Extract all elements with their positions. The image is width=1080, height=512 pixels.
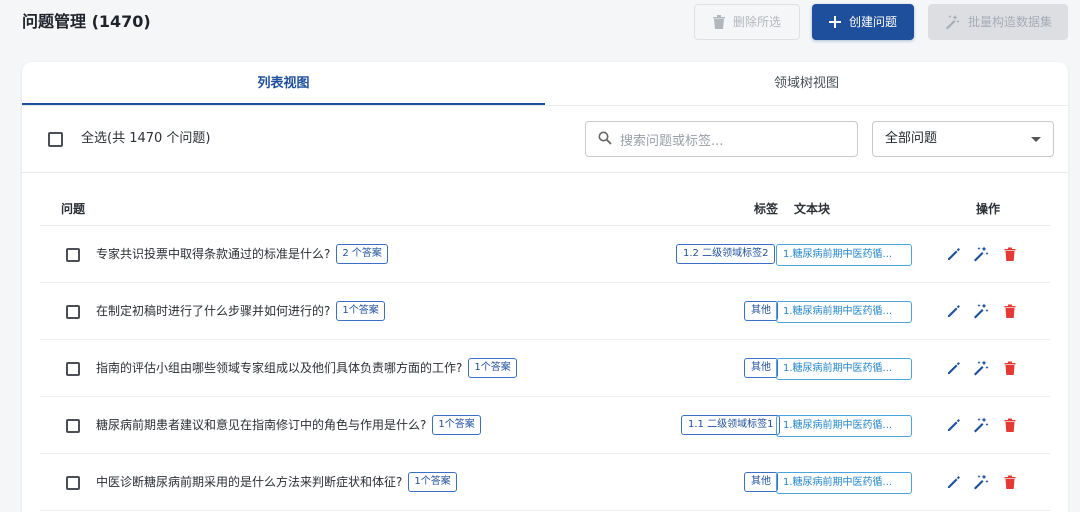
tag-chip: 1.1 二级领域标签1 (681, 415, 781, 435)
list-toolbar: 全选(共 1470 个问题) 搜索问题或标签... 全部问题 (22, 107, 1068, 173)
question-cell[interactable]: 中医诊断糖尿病前期采用的是什么方法来判断症状和体征? 1个答案 (96, 472, 457, 492)
questions-table: 问题 标签 文本块 操作 专家共识投票中取得条款通过的标准是什么? 2 个答案 … (40, 188, 1050, 511)
tab-list-view[interactable]: 列表视图 (22, 62, 545, 106)
pencil-icon[interactable] (945, 245, 963, 263)
column-header-tags: 标签 (754, 202, 779, 216)
search-placeholder: 搜索问题或标签... (620, 133, 724, 149)
answer-count-badge: 1个答案 (408, 472, 457, 492)
select-all-label: 全选(共 1470 个问题) (81, 131, 211, 146)
create-question-button[interactable]: 创建问题 (812, 4, 914, 40)
row-checkbox[interactable] (66, 419, 80, 433)
plus-icon (828, 16, 841, 28)
question-cell[interactable]: 糖尿病前期患者建议和意见在指南修订中的角色与作用是什么? 1个答案 (96, 415, 481, 435)
magic-wand-icon[interactable] (972, 302, 990, 320)
pencil-icon[interactable] (945, 359, 963, 377)
magic-wand-icon[interactable] (972, 416, 990, 434)
row-checkbox[interactable] (66, 248, 80, 262)
trash-icon[interactable] (1001, 302, 1019, 320)
question-text: 在制定初稿时进行了什么步骤并如何进行的? (96, 304, 331, 318)
page-title: 问题管理 (1470) (22, 12, 151, 31)
question-cell[interactable]: 在制定初稿时进行了什么步骤并如何进行的? 1个答案 (96, 301, 385, 321)
active-tab-indicator (22, 103, 545, 105)
caret-down-icon (1031, 137, 1041, 142)
tag-chip: 其他 (744, 358, 778, 378)
trash-icon[interactable] (1001, 416, 1019, 434)
magic-wand-icon[interactable] (972, 473, 990, 491)
question-text: 指南的评估小组由哪些领域专家组成以及他们具体负责哪方面的工作? (96, 361, 463, 375)
batch-build-dataset-button[interactable]: 批量构造数据集 (928, 4, 1068, 40)
magic-wand-icon[interactable] (972, 245, 990, 263)
column-header-actions: 操作 (976, 202, 1001, 216)
filter-selected-value: 全部问题 (885, 131, 938, 146)
create-question-label: 创建问题 (848, 15, 897, 29)
table-row: 糖尿病前期患者建议和意见在指南修订中的角色与作用是什么? 1个答案 1.1 二级… (40, 397, 1050, 454)
trash-icon[interactable] (1001, 473, 1019, 491)
table-row: 指南的评估小组由哪些领域专家组成以及他们具体负责哪方面的工作? 1个答案 其他 … (40, 340, 1050, 397)
column-header-question: 问题 (61, 202, 86, 216)
search-input[interactable]: 搜索问题或标签... (585, 121, 858, 157)
tab-domain-tree-view[interactable]: 领域树视图 (545, 62, 1068, 106)
search-icon (598, 130, 612, 149)
answer-count-badge: 1个答案 (468, 358, 517, 378)
pencil-icon[interactable] (945, 416, 963, 434)
chunk-chip[interactable]: 1.糖尿病前期中医药循... (776, 472, 912, 494)
answer-count-badge: 1个答案 (432, 415, 481, 435)
delete-selected-label: 删除所选 (732, 15, 781, 29)
table-header: 问题 标签 文本块 操作 (40, 188, 1050, 226)
tag-chip: 1.2 二级领域标签2 (676, 244, 776, 264)
table-row: 专家共识投票中取得条款通过的标准是什么? 2 个答案 1.2 二级领域标签2 1… (40, 226, 1050, 283)
answer-count-badge: 2 个答案 (336, 244, 388, 264)
question-text: 中医诊断糖尿病前期采用的是什么方法来判断症状和体征? (96, 475, 403, 489)
question-text: 糖尿病前期患者建议和意见在指南修订中的角色与作用是什么? (96, 418, 427, 432)
magic-wand-icon (944, 14, 960, 30)
delete-selected-button[interactable]: 删除所选 (694, 4, 800, 40)
pencil-icon[interactable] (945, 473, 963, 491)
question-cell[interactable]: 专家共识投票中取得条款通过的标准是什么? 2 个答案 (96, 244, 388, 264)
tag-chip: 其他 (744, 472, 778, 492)
chunk-chip[interactable]: 1.糖尿病前期中医药循... (776, 301, 912, 323)
view-tabs: 列表视图 领域树视图 (22, 62, 1068, 106)
page-header: 问题管理 (1470) 删除所选 创建问题 批量构造数据集 (0, 0, 1080, 48)
questions-card: 列表视图 领域树视图 全选(共 1470 个问题) 搜索问题或标签... 全部问… (22, 62, 1068, 512)
chunk-chip[interactable]: 1.糖尿病前期中医药循... (776, 244, 912, 266)
pencil-icon[interactable] (945, 302, 963, 320)
question-text: 专家共识投票中取得条款通过的标准是什么? (96, 247, 331, 261)
row-checkbox[interactable] (66, 476, 80, 490)
select-all-checkbox[interactable] (48, 132, 63, 147)
tag-chip: 其他 (744, 301, 778, 321)
answer-count-badge: 1个答案 (336, 301, 385, 321)
question-cell[interactable]: 指南的评估小组由哪些领域专家组成以及他们具体负责哪方面的工作? 1个答案 (96, 358, 517, 378)
magic-wand-icon[interactable] (972, 359, 990, 377)
trash-icon (712, 15, 725, 29)
chunk-chip[interactable]: 1.糖尿病前期中医药循... (776, 415, 912, 437)
chunk-chip[interactable]: 1.糖尿病前期中医药循... (776, 358, 912, 380)
table-row: 中医诊断糖尿病前期采用的是什么方法来判断症状和体征? 1个答案 其他 1.糖尿病… (40, 454, 1050, 511)
trash-icon[interactable] (1001, 245, 1019, 263)
row-checkbox[interactable] (66, 305, 80, 319)
column-header-chunk: 文本块 (794, 202, 831, 216)
trash-icon[interactable] (1001, 359, 1019, 377)
batch-build-dataset-label: 批量构造数据集 (967, 15, 1052, 29)
question-filter-select[interactable]: 全部问题 (872, 121, 1054, 157)
table-row: 在制定初稿时进行了什么步骤并如何进行的? 1个答案 其他 1.糖尿病前期中医药循… (40, 283, 1050, 340)
row-checkbox[interactable] (66, 362, 80, 376)
